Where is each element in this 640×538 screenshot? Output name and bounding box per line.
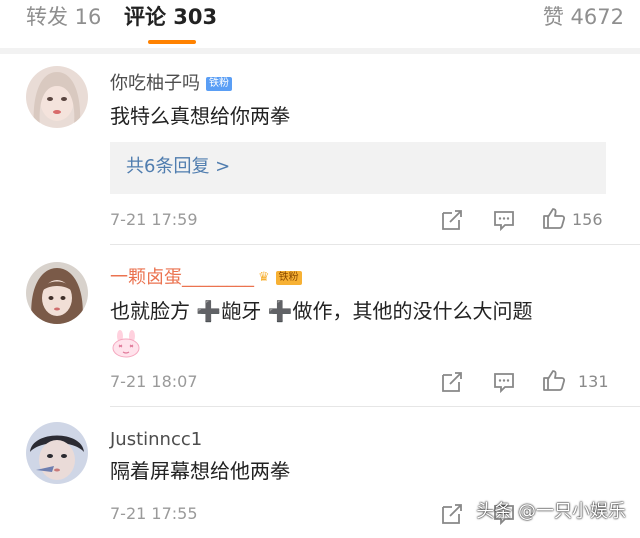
username-text[interactable]: 一颗卤蛋________	[110, 267, 254, 288]
comment-text: 我特么真想给你两拳	[110, 104, 290, 128]
share-icon[interactable]	[440, 370, 464, 394]
replies-box[interactable]: 共6条回复 >	[110, 142, 606, 194]
tab-reposts[interactable]: 转发 16	[26, 2, 101, 32]
fan-badge: 铁粉	[206, 77, 232, 91]
crown-icon: ♛	[258, 270, 270, 285]
active-tab-indicator	[148, 40, 196, 44]
avatar[interactable]	[26, 422, 88, 484]
like-count: 131	[578, 372, 609, 391]
watermark: 头条 @一只小娱乐	[476, 501, 626, 522]
share-icon[interactable]	[440, 208, 464, 232]
comment-divider	[110, 244, 640, 245]
avatar[interactable]	[26, 66, 88, 128]
comment-time: 7-21 18:07	[110, 372, 198, 391]
comment-text: 也就脸方 ➕龅牙 ➕做作，其他的没什么大问题	[110, 299, 533, 323]
comment-tabs: 转发 16 评论 303 赞 4672	[0, 0, 640, 48]
share-icon[interactable]	[440, 502, 464, 526]
comment-time: 7-21 17:59	[110, 210, 198, 229]
comment-icon[interactable]	[492, 208, 516, 232]
like-icon[interactable]	[542, 206, 566, 230]
rabbit-emoji-icon	[112, 330, 140, 358]
comment-divider	[110, 406, 640, 407]
tab-comments[interactable]: 评论 303	[124, 2, 217, 32]
fan-badge: 铁粉	[275, 271, 302, 285]
avatar[interactable]	[26, 262, 88, 324]
comment-username[interactable]: 你吃柚子吗 铁粉	[110, 72, 232, 96]
username-text[interactable]: 你吃柚子吗	[110, 73, 200, 94]
section-divider	[0, 48, 640, 54]
comment-icon[interactable]	[492, 370, 516, 394]
view-replies-link[interactable]: 共6条回复 >	[126, 154, 230, 180]
tab-likes[interactable]: 赞 4672	[543, 2, 624, 32]
like-count: 156	[572, 210, 603, 229]
comment-username[interactable]: 一颗卤蛋________ ♛ 铁粉	[110, 266, 302, 290]
comment-username[interactable]: Justinncc1	[110, 428, 202, 452]
comment-time: 7-21 17:55	[110, 504, 198, 523]
like-icon[interactable]	[542, 368, 566, 392]
comment-text: 隔着屏幕想给他两拳	[110, 459, 290, 483]
